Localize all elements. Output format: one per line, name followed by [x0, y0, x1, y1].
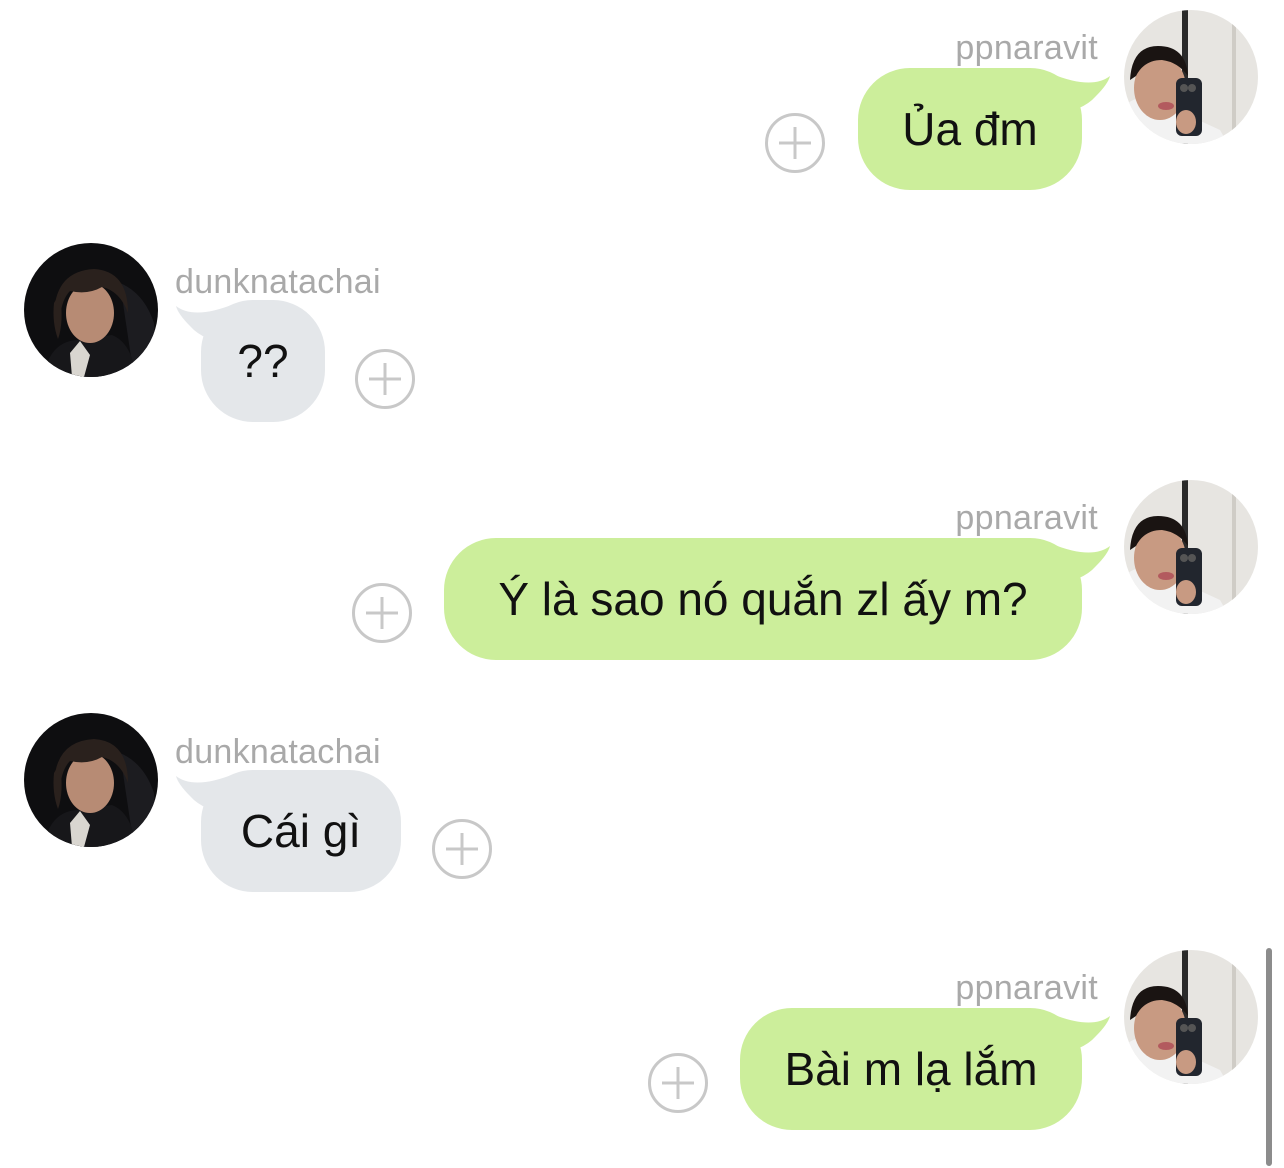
add-reaction-button[interactable] — [432, 819, 492, 879]
avatar[interactable] — [1124, 480, 1258, 614]
avatar[interactable] — [24, 713, 158, 847]
plus-circle-icon — [432, 819, 492, 879]
avatar[interactable] — [1124, 950, 1258, 1084]
plus-circle-icon — [352, 583, 412, 643]
scrollbar[interactable] — [1266, 948, 1272, 1166]
add-reaction-button[interactable] — [648, 1053, 708, 1113]
avatar[interactable] — [1124, 10, 1258, 144]
add-reaction-button[interactable] — [352, 583, 412, 643]
sender-name: ppnaravit — [955, 29, 1098, 67]
chat-thread: ppnaravit Ủa đm dunknatachai ?? ppnaravi… — [0, 0, 1284, 1166]
message-row-incoming: dunknatachai Cái gì — [0, 713, 1284, 932]
message-row-incoming: dunknatachai ?? — [0, 243, 1284, 462]
add-reaction-button[interactable] — [355, 349, 415, 409]
message-row-outgoing: ppnaravit Ý là sao nó quắn zl ấy m? — [0, 480, 1284, 698]
message-bubble[interactable]: Ý là sao nó quắn zl ấy m? — [444, 538, 1082, 660]
sender-name: dunknatachai — [175, 733, 381, 771]
message-text: Ý là sao nó quắn zl ấy m? — [498, 573, 1028, 625]
message-bubble[interactable]: Bài m lạ lắm — [740, 1008, 1082, 1130]
plus-circle-icon — [765, 113, 825, 173]
sender-name: ppnaravit — [955, 969, 1098, 1007]
message-bubble[interactable]: Cái gì — [201, 770, 401, 892]
sender-name: dunknatachai — [175, 263, 381, 301]
message-row-outgoing: ppnaravit Ủa đm — [0, 10, 1284, 228]
message-row-outgoing: ppnaravit Bài m lạ lắm — [0, 950, 1284, 1168]
message-text: Cái gì — [240, 805, 362, 857]
message-bubble[interactable]: Ủa đm — [858, 68, 1082, 190]
add-reaction-button[interactable] — [765, 113, 825, 173]
message-text: Bài m lạ lắm — [784, 1043, 1038, 1095]
plus-circle-icon — [648, 1053, 708, 1113]
avatar[interactable] — [24, 243, 158, 377]
plus-circle-icon — [355, 349, 415, 409]
sender-name: ppnaravit — [955, 499, 1098, 537]
message-bubble[interactable]: ?? — [201, 300, 325, 422]
message-text: Ủa đm — [902, 103, 1038, 155]
message-text: ?? — [237, 335, 289, 387]
